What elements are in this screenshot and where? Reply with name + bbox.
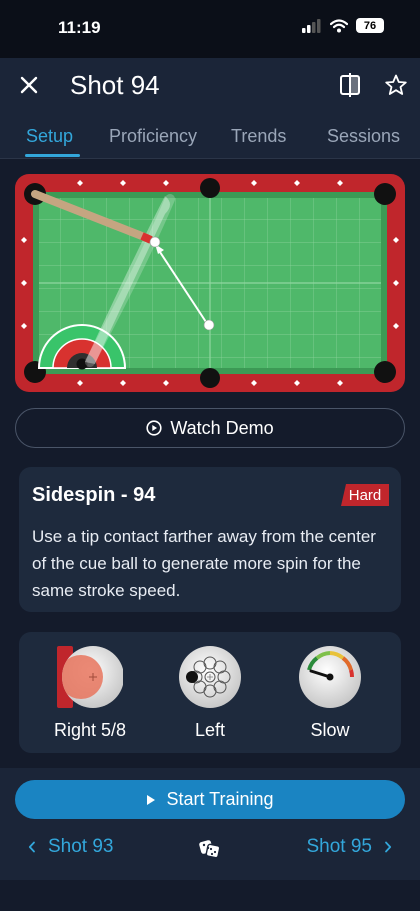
- close-icon[interactable]: [16, 72, 42, 98]
- tab-active-indicator: [25, 154, 80, 157]
- next-shot-label: Shot 95: [306, 836, 373, 857]
- status-icons: 76: [302, 18, 384, 33]
- chevron-right-icon: [385, 841, 392, 853]
- header: Shot 94 Setup Proficiency Trends Session…: [0, 58, 420, 159]
- play-icon: [147, 794, 156, 805]
- start-training-button[interactable]: Start Training: [15, 780, 405, 819]
- home-indicator-area: [0, 880, 420, 911]
- previous-shot-button[interactable]: Shot 93: [28, 836, 114, 858]
- play-circle-icon: [146, 420, 162, 436]
- start-training-label: Start Training: [166, 789, 274, 809]
- speed-label: Slow: [310, 720, 350, 740]
- drill-description: Use a tip contact farther away from the …: [32, 527, 376, 600]
- speed-gauge-icon: [299, 646, 361, 708]
- tip-offset-diagram-icon: [179, 646, 241, 708]
- tab-bar: Setup Proficiency Trends Sessions: [0, 122, 420, 159]
- star-icon[interactable]: [384, 72, 408, 98]
- english-setting[interactable]: Left: [155, 644, 265, 741]
- tab-trends[interactable]: Trends: [231, 126, 286, 147]
- next-shot-button[interactable]: Shot 95: [307, 836, 393, 858]
- drill-title: Sidespin - 94: [32, 484, 156, 506]
- english-label: Left: [194, 720, 226, 740]
- object-ball: [203, 319, 215, 331]
- drill-info-card: Sidespin - 94 Hard Use a tip contact far…: [19, 467, 401, 612]
- chevron-left-icon: [28, 841, 35, 853]
- tab-setup[interactable]: Setup: [26, 126, 73, 147]
- battery-icon: 76: [356, 18, 384, 33]
- status-time: 11:19: [58, 18, 101, 37]
- watch-demo-button[interactable]: Watch Demo: [15, 408, 405, 448]
- ghost-ball: [149, 236, 161, 248]
- wifi-icon: [330, 18, 348, 32]
- bottom-action-bar: Start Training Shot 93 Shot 95: [0, 768, 420, 880]
- compare-icon[interactable]: [338, 72, 362, 98]
- pool-table-diagram: [15, 174, 405, 392]
- difficulty-badge: Hard: [341, 484, 389, 506]
- divider: [0, 158, 420, 159]
- previous-shot-label: Shot 93: [48, 836, 114, 857]
- tab-sessions[interactable]: Sessions: [327, 126, 400, 147]
- tab-proficiency[interactable]: Proficiency: [109, 126, 209, 147]
- status-bar: 11:19 76: [0, 0, 420, 58]
- speed-setting[interactable]: Slow: [275, 644, 385, 741]
- signal-icon: [302, 18, 321, 33]
- dice-icon[interactable]: [198, 836, 222, 860]
- tip-position-setting[interactable]: Right 5/8: [35, 644, 145, 741]
- tip-position-label: Right 5/8: [53, 720, 127, 740]
- page-title: Shot 94: [70, 70, 160, 100]
- cue-tip-position-icon: [57, 646, 123, 708]
- shot-settings-card: Right 5/8 Left Slow: [19, 632, 401, 753]
- watch-demo-label: Watch Demo: [170, 417, 274, 438]
